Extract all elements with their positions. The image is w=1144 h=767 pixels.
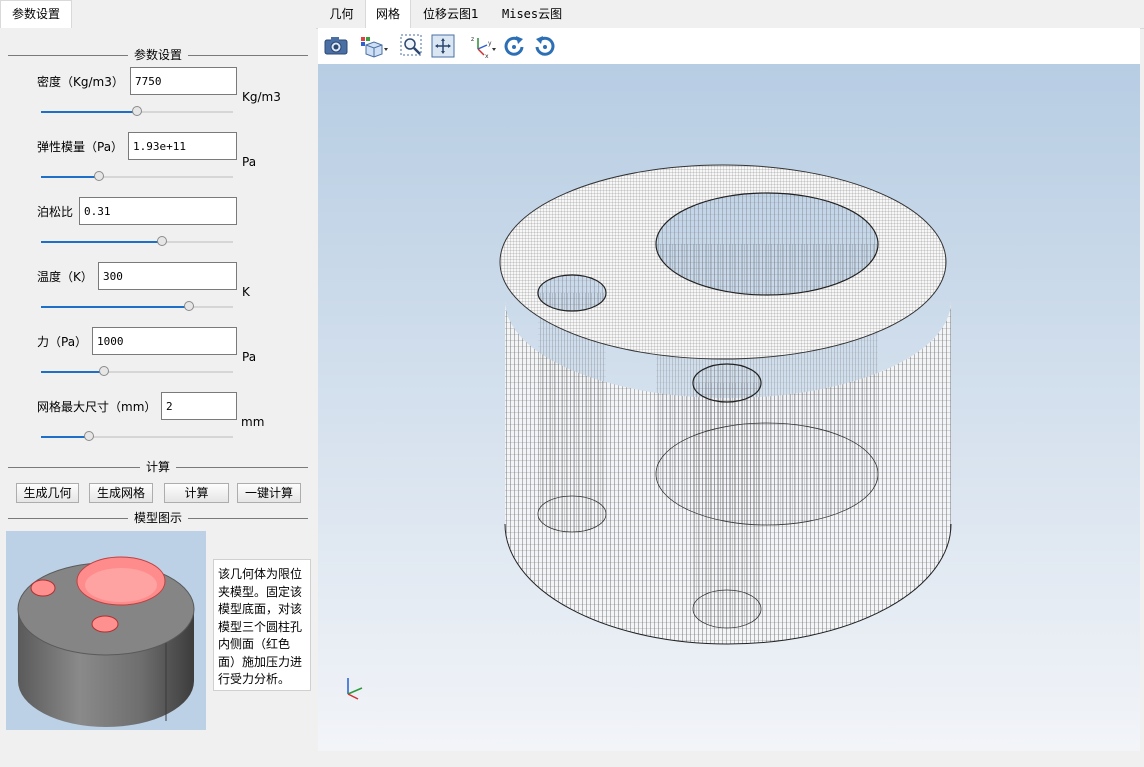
param-group-header: 参数设置 (8, 48, 308, 62)
camera-icon[interactable] (323, 33, 349, 59)
viewer-toolbar: z y x (318, 28, 1140, 64)
generate-mesh-button[interactable]: 生成网格 (89, 483, 153, 503)
mesh-model-render (318, 64, 1140, 751)
slider-handle[interactable] (183, 301, 194, 311)
elastic-modulus-unit: Pa (242, 155, 257, 169)
poisson-ratio-slider[interactable] (41, 236, 233, 248)
slider-handle[interactable] (93, 171, 104, 181)
density-label: 密度（Kg/m3） (37, 75, 124, 89)
temperature-unit: K (242, 285, 250, 299)
mesh-size-input[interactable] (161, 392, 237, 420)
density-slider[interactable] (41, 106, 233, 118)
elastic-modulus-label: 弹性模量（Pa） (37, 140, 124, 154)
slider-handle[interactable] (84, 431, 94, 441)
elastic-modulus-input[interactable] (128, 132, 237, 160)
tab-geometry[interactable]: 几何 (318, 0, 365, 28)
force-label: 力（Pa） (37, 335, 88, 349)
temperature-label: 温度（K） (37, 270, 93, 284)
mesh-size-slider[interactable] (41, 431, 233, 443)
compute-group-header: 计算 (8, 460, 308, 474)
mesh-size-label: 网格最大尺寸（mm） (37, 400, 157, 414)
force-slider[interactable] (41, 366, 233, 378)
tab-mesh[interactable]: 网格 (365, 0, 411, 28)
slider-handle[interactable] (132, 106, 142, 116)
param-group-title: 参数设置 (127, 48, 188, 62)
svg-text:x: x (485, 53, 489, 59)
status-strip (316, 751, 1144, 767)
left-tab-bar: 参数设置 (0, 0, 316, 29)
zoom-box-icon[interactable] (399, 33, 425, 59)
axes-orient-icon[interactable]: z y x (468, 33, 498, 60)
tab-mises-contour[interactable]: Mises云图 (494, 0, 570, 28)
temperature-slider[interactable] (41, 301, 233, 313)
density-input[interactable] (130, 67, 237, 95)
slider-handle[interactable] (156, 236, 167, 246)
slider-handle[interactable] (99, 366, 110, 376)
rotate-ccw-icon[interactable] (532, 33, 558, 59)
fit-all-icon[interactable] (430, 33, 456, 59)
temperature-input[interactable] (98, 262, 237, 290)
rotate-cw-icon[interactable] (501, 33, 527, 59)
poisson-ratio-label: 泊松比 (37, 205, 74, 219)
model-group-header: 模型图示 (8, 511, 308, 525)
mesh-size-unit: mm (241, 415, 265, 429)
generate-geometry-button[interactable]: 生成几何 (16, 483, 79, 503)
force-unit: Pa (242, 350, 257, 364)
one-click-compute-button[interactable]: 一键计算 (237, 483, 301, 503)
svg-text:z: z (471, 36, 474, 43)
tab-parameter-settings[interactable]: 参数设置 (0, 0, 73, 28)
poisson-ratio-input[interactable] (79, 197, 237, 225)
force-input[interactable] (92, 327, 237, 355)
right-tab-bar: 几何 网格 位移云图1 Mises云图 (316, 0, 1144, 29)
tab-displacement-contour[interactable]: 位移云图1 (415, 0, 487, 28)
svg-text:y: y (488, 40, 492, 47)
model-illustration (6, 531, 206, 730)
parameter-panel: 参数设置 密度（Kg/m3） Kg/m3 弹性模量（Pa） Pa 泊松比 温度（… (0, 28, 316, 767)
view-cube-icon[interactable] (359, 33, 391, 59)
density-unit: Kg/m3 (242, 90, 281, 104)
model-group-title: 模型图示 (127, 511, 188, 525)
compute-button[interactable]: 计算 (164, 483, 229, 503)
compute-group-title: 计算 (139, 460, 176, 474)
mesh-viewport[interactable] (318, 64, 1140, 751)
elastic-modulus-slider[interactable] (41, 171, 233, 183)
model-description: 该几何体为限位夹模型。固定该模型底面，对该模型三个圆柱孔内侧面（红色面）施加压力… (213, 559, 311, 691)
